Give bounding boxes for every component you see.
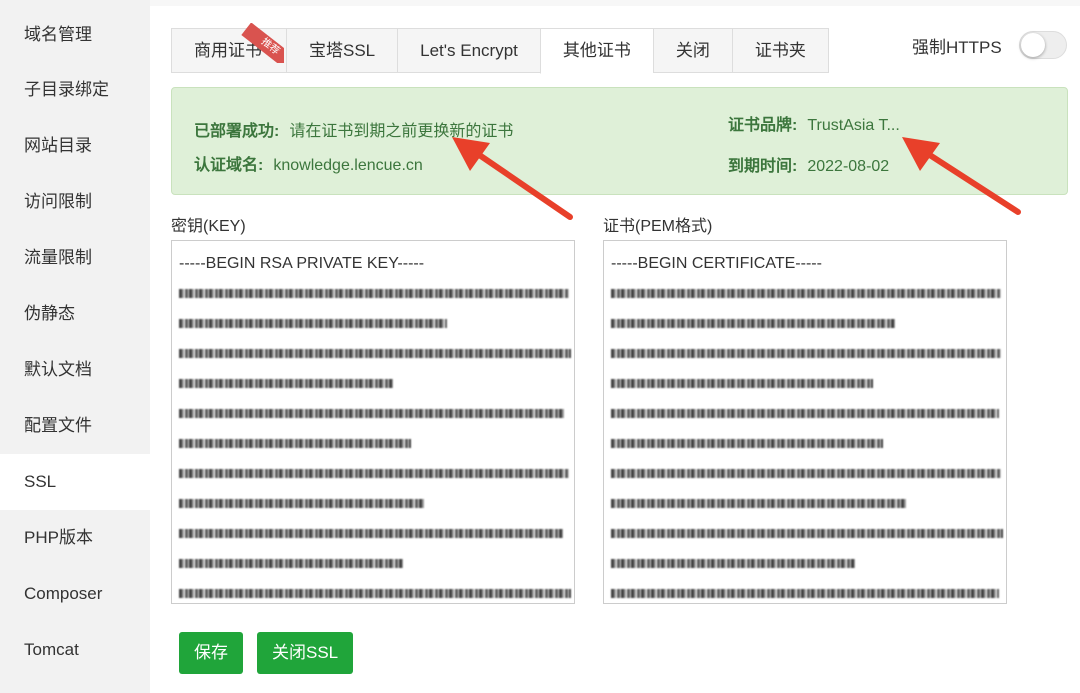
domain-label: 认证域名:: [194, 157, 264, 174]
redacted-line: [611, 399, 1000, 429]
tab-commercial-cert[interactable]: 商用证书 推荐: [171, 23, 286, 73]
tab-cert-folder[interactable]: 证书夹: [731, 28, 829, 73]
annotation-arrow-right: [902, 137, 1021, 215]
redacted-line: [179, 309, 568, 339]
deploy-label: 已部署成功:: [194, 123, 280, 140]
expire-label: 到期时间:: [728, 158, 798, 175]
sidebar-item-php-version[interactable]: PHP版本: [0, 510, 150, 566]
top-strip: [150, 0, 1080, 6]
redacted-line: [611, 519, 1003, 549]
sidebar-item-site-dir[interactable]: 网站目录: [0, 118, 150, 174]
sidebar-item-traffic-limit[interactable]: 流量限制: [0, 230, 150, 286]
cert-first-line: -----BEGIN CERTIFICATE-----: [611, 255, 822, 272]
redacted-line: [611, 369, 1000, 399]
tab-lets-encrypt[interactable]: Let's Encrypt: [397, 28, 540, 73]
redacted-line: [179, 459, 569, 489]
redacted-line: [179, 579, 571, 603]
key-label: 密钥(KEY): [171, 218, 246, 235]
sidebar-item-config[interactable]: 配置文件: [0, 398, 150, 454]
redacted-line: [179, 339, 571, 369]
key-first-line: -----BEGIN RSA PRIVATE KEY-----: [179, 255, 425, 272]
force-https-toggle[interactable]: [1019, 31, 1067, 59]
sidebar-item-tomcat[interactable]: Tomcat: [0, 622, 150, 678]
tab-other-cert[interactable]: 其他证书: [539, 28, 653, 74]
close-ssl-button[interactable]: 关闭SSL: [257, 632, 354, 674]
redacted-line: [179, 399, 568, 429]
sidebar-item-access-limit[interactable]: 访问限制: [0, 174, 150, 230]
sidebar-item-rewrite[interactable]: 伪静态: [0, 286, 150, 342]
ssl-tabs: 商用证书 推荐 宝塔SSL Let's Encrypt 其他证书 关闭 证书夹: [171, 23, 829, 74]
sidebar-item-default-doc[interactable]: 默认文档: [0, 342, 150, 398]
redacted-line: [179, 429, 568, 459]
sidebar: 域名管理 子目录绑定 网站目录 访问限制 流量限制 伪静态 默认文档 配置文件 …: [0, 0, 150, 693]
redacted-line: [611, 279, 1001, 309]
domain-value: knowledge.lencue.cn: [273, 157, 423, 174]
save-button[interactable]: 保存: [179, 632, 243, 674]
toggle-knob: [1021, 33, 1045, 57]
expire-row: 到期时间: 2022-08-02: [728, 152, 889, 176]
private-key-textarea[interactable]: -----BEGIN RSA PRIVATE KEY-----: [171, 240, 575, 604]
certificate-textarea[interactable]: -----BEGIN CERTIFICATE-----: [603, 240, 1007, 604]
redacted-line: [611, 459, 1001, 489]
tab-baota-ssl[interactable]: 宝塔SSL: [286, 28, 398, 73]
sidebar-item-ssl[interactable]: SSL: [0, 454, 150, 510]
redacted-line: [179, 549, 568, 579]
redacted-line: [179, 369, 568, 399]
redacted-line: [611, 339, 1001, 369]
sidebar-item-composer[interactable]: Composer: [0, 566, 150, 622]
redacted-line: [611, 309, 1000, 339]
redacted-line: [611, 429, 1000, 459]
sidebar-item-subdir[interactable]: 子目录绑定: [0, 62, 150, 118]
brand-label: 证书品牌:: [728, 117, 798, 134]
brand-value: TrustAsia T...: [807, 117, 900, 134]
redacted-line: [179, 489, 568, 519]
sidebar-item-domain[interactable]: 域名管理: [0, 0, 150, 62]
redacted-line: [611, 489, 1000, 519]
brand-row: 证书品牌: TrustAsia T...: [728, 111, 900, 135]
recommend-badge: 推荐: [238, 23, 284, 63]
cert-label: 证书(PEM格式): [603, 218, 713, 235]
redacted-line: [611, 549, 1000, 579]
expire-value: 2022-08-02: [807, 158, 890, 175]
redacted-line: [611, 579, 1000, 603]
redacted-line: [179, 519, 568, 549]
force-https-label: 强制HTTPS: [912, 38, 1002, 57]
tab-close[interactable]: 关闭: [652, 28, 732, 73]
annotation-arrow-left: [452, 137, 573, 220]
redacted-line: [179, 279, 569, 309]
domain-row: 认证域名: knowledge.lencue.cn: [194, 151, 423, 175]
